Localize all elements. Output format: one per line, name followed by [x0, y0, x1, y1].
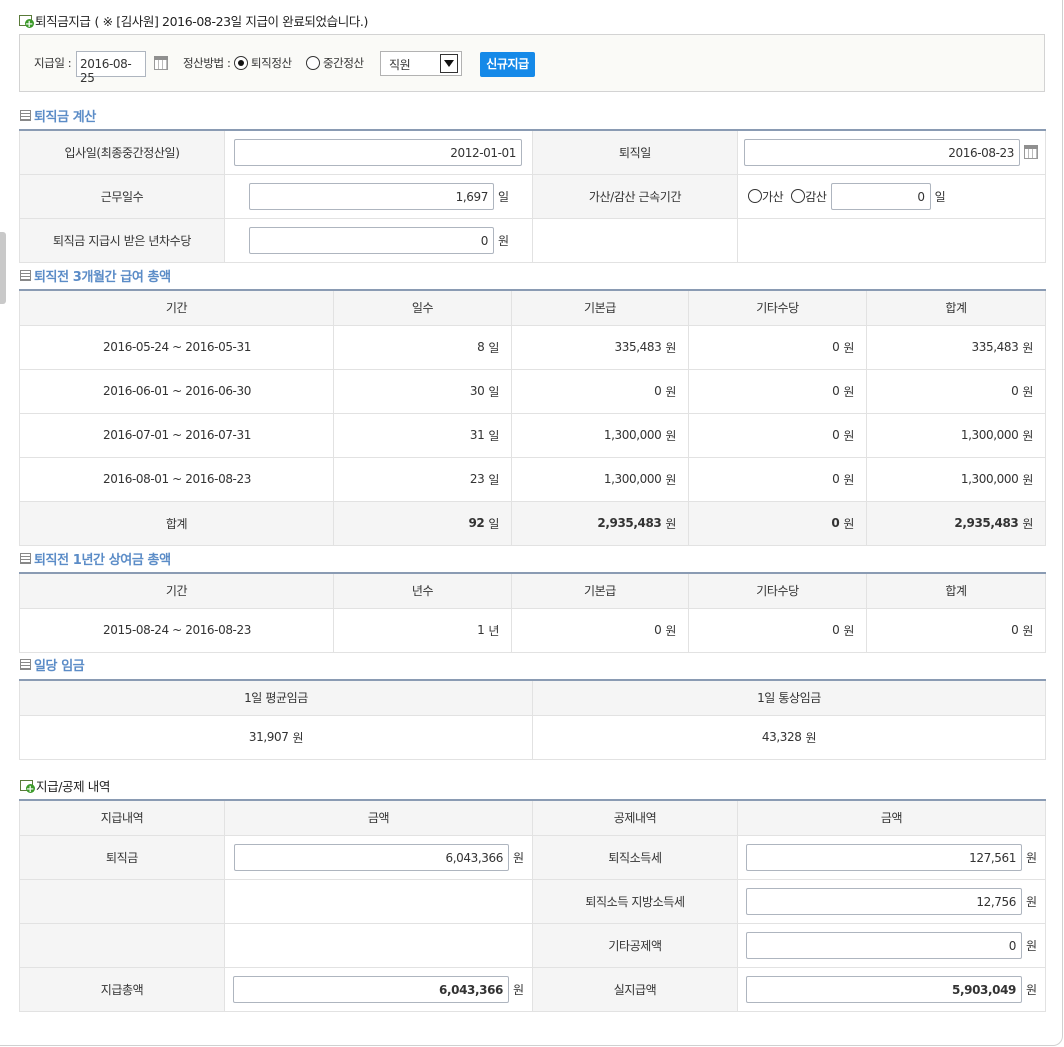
col-header-period: 기간: [19, 289, 334, 326]
bonus-table: 기간 년수 기본급 기타수당 합계 2015-08-24 ~ 2016-08-2…: [19, 572, 1046, 653]
completion-notice: ( ※ [김사원] 2016-08-23일 지급이 완료되었습니다.): [94, 13, 369, 29]
leave-allowance-input[interactable]: 0: [249, 226, 494, 254]
col-header-period: 기간: [19, 572, 334, 609]
payment-table: 지급내역 금액 공제내역 금액 퇴직금 6,043,366 원 퇴직소득세 127…: [19, 799, 1046, 1012]
net-pay-label: 실지급액: [532, 966, 738, 1012]
section-title-calc: 퇴직금 계산: [20, 107, 96, 125]
position-select[interactable]: 직원: [380, 51, 462, 76]
income-tax-input[interactable]: 127,561: [746, 843, 1022, 871]
section-title-bonus: 퇴직전 1년간 상여금 총액: [20, 550, 171, 568]
local-tax-input[interactable]: 12,756: [746, 887, 1022, 915]
work-days-input[interactable]: 1,697: [249, 182, 494, 210]
section-title-daily: 일당 임금: [20, 656, 85, 674]
other-deduct-input[interactable]: 0: [746, 931, 1022, 959]
list-icon: [20, 109, 31, 121]
calendar-icon[interactable]: [154, 56, 168, 70]
total-pay-input[interactable]: 6,043,366: [233, 975, 509, 1003]
calc-table: 입사일(최종중간정산일) 2012-01-01 퇴직일 2016-08-23 근…: [19, 129, 1046, 263]
section-title-payment: 지급/공제 내역: [20, 777, 110, 795]
ordinary-wage-value: 43,328: [761, 729, 802, 744]
section-title-daily-text: 일당 임금: [34, 658, 85, 674]
severance-label: 퇴직금: [19, 834, 225, 880]
radio-interim-settle[interactable]: [306, 56, 320, 70]
table-row: 2016-07-01 ~ 2016-07-31 31 일 1,300,000 원 0…: [19, 412, 1046, 458]
col-header-amount: 금액: [224, 799, 533, 836]
unit-day: 일: [934, 189, 946, 204]
table-row: 2015-08-24 ~ 2016-08-23 1년 0원 0원 0원: [19, 607, 1046, 653]
col-header-etc: 기타수당: [688, 289, 867, 326]
radio-retire-settle[interactable]: [234, 56, 248, 70]
retire-date-label: 퇴직일: [532, 129, 738, 175]
daily-wage-table: 1일 평균임금 1일 통상임금 31,907 원 43,328 원: [19, 679, 1046, 760]
join-date-label: 입사일(최종중간정산일): [19, 129, 225, 175]
unit-day: 일: [498, 189, 509, 204]
page-title-text: 퇴직금지급: [35, 13, 91, 29]
join-date-input[interactable]: 2012-01-01: [234, 138, 522, 166]
severance-input[interactable]: 6,043,366: [234, 843, 509, 871]
salary-table: 기간 일수 기본급 기타수당 합계 2016-05-24 ~ 2016-05-3…: [19, 289, 1046, 546]
col-header-ordinary-wage: 1일 통상임금: [532, 679, 1046, 716]
net-pay-input[interactable]: 5,903,049: [746, 975, 1022, 1003]
col-header-total: 합계: [866, 289, 1046, 326]
section-title-salary-text: 퇴직전 3개월간 급여 총액: [34, 269, 171, 285]
section-title-salary: 퇴직전 3개월간 급여 총액: [20, 267, 171, 285]
col-header-years: 년수: [333, 572, 512, 609]
local-tax-label: 퇴직소득 지방소득세: [532, 878, 738, 924]
section-title-payment-text: 지급/공제 내역: [36, 778, 110, 794]
leave-allowance-label: 퇴직금 지급시 받은 년차수당: [19, 217, 225, 263]
avg-wage-value: 31,907: [248, 729, 289, 744]
table-row: 31,907 원 43,328 원: [19, 714, 1046, 760]
pay-date-input[interactable]: 2016-08-25: [76, 51, 146, 85]
list-icon: [20, 552, 31, 564]
col-header-etc: 기타수당: [688, 572, 867, 609]
other-deduct-label: 기타공제액: [532, 922, 738, 968]
table-row: 2016-06-01 ~ 2016-06-30 30 일 0원 0원 0원: [19, 368, 1046, 414]
work-days-label: 근무일수: [19, 173, 225, 219]
table-sum-row: 합계 92 일 2,935,483 원 0원 2,935,483 원: [19, 500, 1046, 546]
radio-subtract[interactable]: [791, 189, 806, 203]
radio-add-label: 가산: [762, 189, 784, 204]
list-icon: [20, 269, 31, 281]
adjust-period-label: 가산/감산 근속기간: [532, 173, 738, 219]
side-scroll-handle[interactable]: [0, 232, 6, 304]
control-panel: 지급일 : 2016-08-25 정산방법 : 퇴직정산 중간정산 직원 신규지…: [19, 34, 1045, 92]
adjust-days-input[interactable]: 0: [830, 182, 931, 210]
col-header-total: 합계: [866, 572, 1046, 609]
radio-retire-settle-label: 퇴직정산: [251, 56, 292, 70]
radio-subtract-label: 감산: [805, 189, 827, 204]
radio-add[interactable]: [748, 189, 762, 203]
col-header-days: 일수: [333, 289, 512, 326]
income-tax-label: 퇴직소득세: [532, 834, 738, 880]
page-title: 퇴직금지급 ( ※ [김사원] 2016-08-23일 지급이 완료되었습니다.…: [19, 12, 369, 30]
retire-date-input[interactable]: 2016-08-23: [744, 138, 1020, 166]
col-header-deduct-item: 공제내역: [532, 799, 738, 836]
add-document-icon: [19, 14, 34, 30]
table-row: 2016-08-01 ~ 2016-08-23 23 일 1,300,000 원 0…: [19, 456, 1046, 502]
col-header-pay-item: 지급내역: [19, 799, 225, 836]
unit-won: 원: [498, 233, 509, 248]
col-header-amount: 금액: [737, 799, 1046, 836]
position-select-value: 직원: [389, 58, 411, 72]
section-title-bonus-text: 퇴직전 1년간 상여금 총액: [34, 552, 171, 568]
list-icon: [20, 658, 31, 670]
new-payment-button[interactable]: 신규지급: [480, 52, 535, 77]
calendar-icon[interactable]: [1024, 145, 1038, 160]
col-header-base: 기본급: [511, 289, 689, 326]
chevron-down-icon[interactable]: [440, 54, 458, 73]
total-pay-label: 지급총액: [19, 966, 225, 1012]
method-label: 정산방법 :: [183, 56, 231, 70]
section-title-calc-text: 퇴직금 계산: [34, 109, 96, 125]
col-header-avg-wage: 1일 평균임금: [19, 679, 533, 716]
radio-interim-settle-label: 중간정산: [323, 56, 364, 70]
add-document-icon: [20, 779, 35, 795]
pay-date-label: 지급일 :: [34, 56, 72, 70]
col-header-base: 기본급: [511, 572, 689, 609]
table-row: 2016-05-24 ~ 2016-05-31 8일 335,483 원 0원 3…: [19, 324, 1046, 370]
